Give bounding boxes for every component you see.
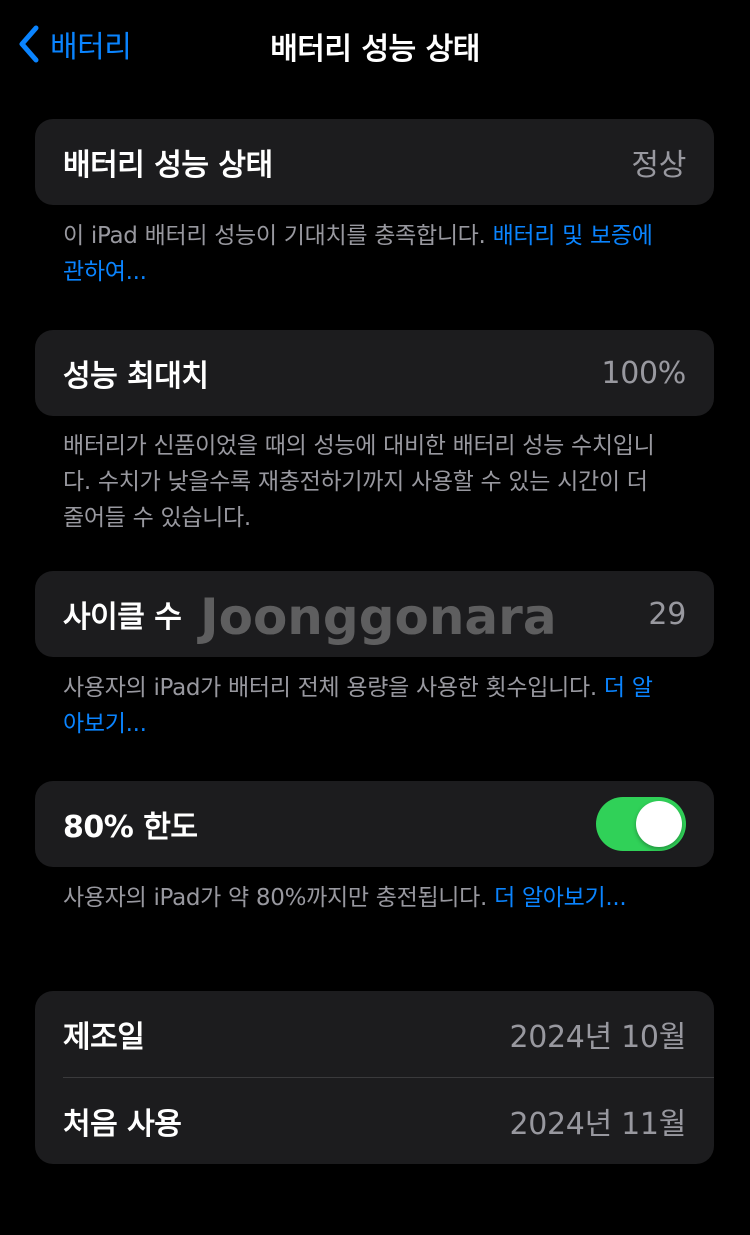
max-capacity-row: 성능 최대치 100% [35,330,714,416]
first-use-row: 처음 사용 2024년 11월 [35,1078,714,1164]
limit-80-label: 80% 한도 [63,810,198,845]
cycle-count-footnote: 사용자의 iPad가 배터리 전체 용량을 사용한 횟수입니다. 더 알아보기.… [63,670,673,742]
battery-health-footnote-text: 이 iPad 배터리 성능이 기대치를 충족합니다. [63,223,493,249]
cycle-count-footnote-text: 사용자의 iPad가 배터리 전체 용량을 사용한 횟수입니다. [63,675,604,701]
battery-health-value: 정상 [631,148,686,183]
max-capacity-label: 성능 최대치 [63,359,209,394]
first-use-label: 처음 사용 [63,1107,182,1142]
limit-80-row: 80% 한도 [35,781,714,867]
dates-card: 제조일 2024년 10월 처음 사용 2024년 11월 [35,991,714,1164]
max-capacity-value: 100% [601,355,686,391]
cycle-count-card: 사이클 수 29 [35,571,714,657]
limit-80-toggle[interactable] [596,797,686,851]
toggle-knob [636,801,682,847]
page-title: 배터리 성능 상태 [270,32,480,67]
limit-80-card: 80% 한도 [35,781,714,867]
max-capacity-footnote: 배터리가 신품이었을 때의 성능에 대비한 배터리 성능 수치입니다. 수치가 … [63,433,655,531]
navigation-bar: 배터리 배터리 성능 상태 [0,0,750,88]
cycle-count-label: 사이클 수 [63,600,182,635]
max-capacity-card: 성능 최대치 100% [35,330,714,416]
limit-learn-more-link[interactable]: 더 알아보기... [494,885,627,911]
manufacture-date-label: 제조일 [63,1020,145,1055]
battery-health-row: 배터리 성능 상태 정상 [35,119,714,205]
battery-health-label: 배터리 성능 상태 [63,148,273,183]
limit-80-footnote-text: 사용자의 iPad가 약 80%까지만 충전됩니다. [63,885,495,911]
manufacture-date-value: 2024년 10월 [509,1020,686,1055]
limit-80-footnote: 사용자의 iPad가 약 80%까지만 충전됩니다. 더 알아보기... [63,880,673,916]
cycle-count-value: 29 [648,596,686,632]
battery-health-footnote: 이 iPad 배터리 성능이 기대치를 충족합니다. 배터리 및 보증에 관하여… [63,218,673,290]
first-use-value: 2024년 11월 [509,1107,686,1142]
cycle-count-row: 사이클 수 29 [35,571,714,657]
battery-health-card: 배터리 성능 상태 정상 [35,119,714,205]
manufacture-date-row: 제조일 2024년 10월 [35,991,714,1077]
